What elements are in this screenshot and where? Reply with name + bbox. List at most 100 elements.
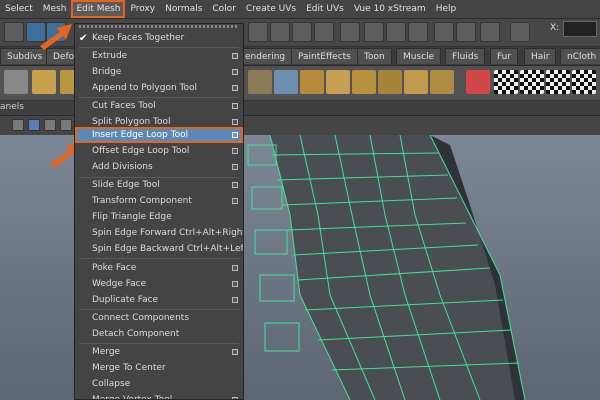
menu-item-insert-edge-loop-tool[interactable]: Insert Edge Loop Tool bbox=[75, 127, 243, 143]
shelf-tool-icon[interactable] bbox=[274, 70, 298, 94]
ipr-render-icon[interactable] bbox=[386, 22, 406, 42]
lighting-icon[interactable] bbox=[60, 119, 72, 131]
shelf-tab-subdivs[interactable]: Subdivs bbox=[0, 48, 50, 64]
shelf-tab-toon[interactable]: Toon bbox=[357, 48, 392, 64]
shelf-tool-icon[interactable] bbox=[248, 70, 272, 94]
checkmark-icon: ✔ bbox=[79, 33, 88, 44]
transform-field-icon[interactable] bbox=[510, 22, 530, 42]
x-coordinate-input[interactable] bbox=[563, 21, 597, 37]
menu-item-poke-face[interactable]: Poke Face bbox=[75, 260, 243, 276]
menu-select[interactable]: Select bbox=[0, 0, 38, 18]
option-box-icon[interactable] bbox=[232, 164, 238, 170]
edit-mesh-dropdown: ✔ Keep Faces Together Extrude Bridge App… bbox=[74, 23, 244, 400]
textured-icon[interactable] bbox=[44, 119, 56, 131]
shelf-tab-painteffects[interactable]: PaintEffects bbox=[291, 48, 358, 64]
shelf-tool-icon[interactable] bbox=[466, 70, 490, 94]
menu-item-add-divisions[interactable]: Add Divisions bbox=[75, 159, 243, 175]
snap-plane-icon[interactable] bbox=[314, 22, 334, 42]
menu-item-label: Duplicate Face bbox=[92, 295, 159, 305]
hypershade-icon[interactable] bbox=[434, 22, 454, 42]
menu-help[interactable]: Help bbox=[431, 0, 462, 18]
shelf-tab-fluids[interactable]: Fluids bbox=[445, 48, 486, 64]
shelf-tool-icon[interactable] bbox=[32, 70, 56, 94]
menu-item-label: Wedge Face bbox=[92, 279, 147, 289]
wireframe-icon[interactable] bbox=[12, 119, 24, 131]
menu-item-extrude[interactable]: Extrude bbox=[75, 48, 243, 64]
menu-item-spin-edge-forward[interactable]: Spin Edge Forward Ctrl+Alt+Right bbox=[75, 225, 243, 241]
shelf-tool-icon[interactable] bbox=[326, 70, 350, 94]
snap-point-icon[interactable] bbox=[292, 22, 312, 42]
shelf-tab-hair[interactable]: Hair bbox=[524, 48, 557, 64]
menu-item-label: Collapse bbox=[92, 379, 131, 389]
option-box-icon[interactable] bbox=[232, 103, 238, 109]
shelf-tab-ncloth[interactable]: nCloth bbox=[560, 48, 600, 64]
callout-arrow-icon bbox=[40, 24, 72, 50]
shelf-tool-icon[interactable] bbox=[4, 70, 28, 94]
menu-separator bbox=[79, 258, 239, 259]
menu-color[interactable]: Color bbox=[207, 0, 241, 18]
snap-curve-icon[interactable] bbox=[270, 22, 290, 42]
menu-normals[interactable]: Normals bbox=[160, 0, 207, 18]
menu-item-connect-components[interactable]: Connect Components bbox=[75, 310, 243, 326]
option-box-icon[interactable] bbox=[232, 281, 238, 287]
option-box-icon[interactable] bbox=[232, 297, 238, 303]
menu-tearoff-handle[interactable] bbox=[79, 25, 239, 28]
menu-item-transform-component[interactable]: Transform Component bbox=[75, 193, 243, 209]
menu-item-flip-triangle-edge[interactable]: Flip Triangle Edge bbox=[75, 209, 243, 225]
mode-icon[interactable] bbox=[4, 22, 24, 42]
menu-vue-xstream[interactable]: Vue 10 xStream bbox=[349, 0, 431, 18]
checker-uv-icon[interactable] bbox=[520, 70, 544, 94]
menu-item-merge-vertex-tool[interactable]: Merge Vertex Tool bbox=[75, 392, 243, 399]
option-box-icon[interactable] bbox=[232, 53, 238, 59]
option-box-icon[interactable] bbox=[232, 119, 238, 125]
render-view-icon[interactable] bbox=[456, 22, 476, 42]
option-box-icon[interactable] bbox=[232, 349, 238, 355]
menu-item-append-to-polygon-tool[interactable]: Append to Polygon Tool bbox=[75, 80, 243, 96]
menu-item-merge-to-center[interactable]: Merge To Center bbox=[75, 360, 243, 376]
snap-grid-icon[interactable] bbox=[248, 22, 268, 42]
menu-item-bridge[interactable]: Bridge bbox=[75, 64, 243, 80]
shelf-tab-rendering[interactable]: endering bbox=[238, 48, 293, 64]
option-box-icon[interactable] bbox=[232, 182, 238, 188]
shelf-tab-fur[interactable]: Fur bbox=[490, 48, 519, 64]
menu-item-spin-edge-backward[interactable]: Spin Edge Backward Ctrl+Alt+Left bbox=[75, 241, 243, 257]
render-settings-icon[interactable] bbox=[408, 22, 428, 42]
shelf-tool-icon[interactable] bbox=[404, 70, 428, 94]
menu-item-cut-faces-tool[interactable]: Cut Faces Tool bbox=[75, 98, 243, 114]
checker-uv-icon[interactable] bbox=[546, 70, 570, 94]
menu-proxy[interactable]: Proxy bbox=[125, 0, 160, 18]
menu-item-slide-edge-tool[interactable]: Slide Edge Tool bbox=[75, 177, 243, 193]
option-box-icon[interactable] bbox=[232, 148, 238, 154]
smooth-shade-icon[interactable] bbox=[28, 119, 40, 131]
shelf-tool-icon[interactable] bbox=[430, 70, 454, 94]
option-box-icon[interactable] bbox=[232, 85, 238, 91]
menu-item-wedge-face[interactable]: Wedge Face bbox=[75, 276, 243, 292]
shelf-tab-muscle[interactable]: Muscle bbox=[396, 48, 442, 64]
option-box-icon[interactable] bbox=[232, 198, 238, 204]
menu-item-label: Extrude bbox=[92, 51, 128, 61]
menu-item-detach-component[interactable]: Detach Component bbox=[75, 326, 243, 342]
menu-item-label: Append to Polygon Tool bbox=[92, 83, 197, 93]
menu-edit-mesh[interactable]: Edit Mesh bbox=[71, 0, 126, 18]
shelf-tool-icon[interactable] bbox=[352, 70, 376, 94]
menu-item-keep-faces-together[interactable]: ✔ Keep Faces Together bbox=[75, 30, 243, 46]
panels-menu[interactable]: anels bbox=[0, 102, 24, 112]
option-box-icon[interactable] bbox=[232, 265, 238, 271]
menu-create-uvs[interactable]: Create UVs bbox=[241, 0, 301, 18]
checker-uv-icon[interactable] bbox=[494, 70, 518, 94]
history-icon[interactable] bbox=[340, 22, 360, 42]
option-box-icon[interactable] bbox=[232, 69, 238, 75]
menu-item-collapse[interactable]: Collapse bbox=[75, 376, 243, 392]
shelf-tool-icon[interactable] bbox=[300, 70, 324, 94]
checker-uv-icon[interactable] bbox=[572, 70, 596, 94]
menu-item-label: Transform Component bbox=[92, 196, 192, 206]
menu-item-offset-edge-loop-tool[interactable]: Offset Edge Loop Tool bbox=[75, 143, 243, 159]
shelf-tool-icon[interactable] bbox=[378, 70, 402, 94]
menu-edit-uvs[interactable]: Edit UVs bbox=[301, 0, 349, 18]
menu-item-duplicate-face[interactable]: Duplicate Face bbox=[75, 292, 243, 308]
menu-mesh[interactable]: Mesh bbox=[38, 0, 72, 18]
option-box-icon[interactable] bbox=[232, 132, 238, 138]
input-line-icon[interactable] bbox=[480, 22, 500, 42]
render-icon[interactable] bbox=[364, 22, 384, 42]
menu-item-merge[interactable]: Merge bbox=[75, 344, 243, 360]
